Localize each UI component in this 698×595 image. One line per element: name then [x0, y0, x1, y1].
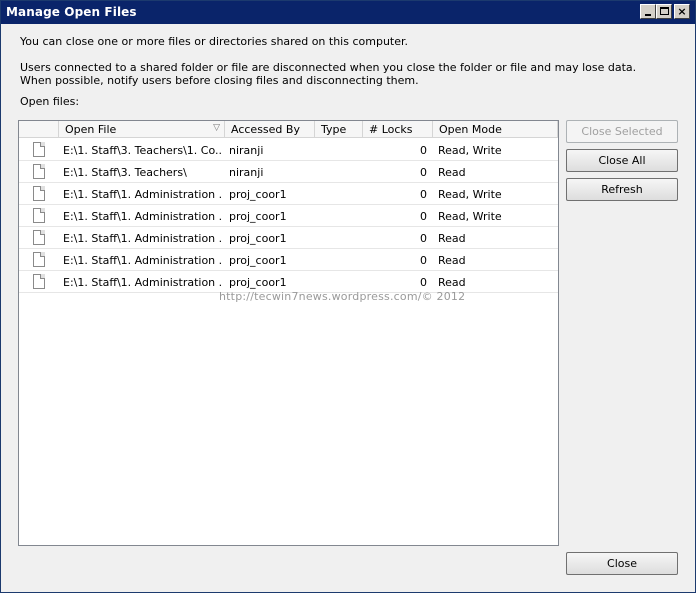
open-files-label: Open files:	[20, 95, 80, 108]
document-icon	[33, 252, 45, 267]
cell-open-file: E:\1. Staff\1. Administration ...	[63, 210, 223, 223]
table-row[interactable]: E:\1. Staff\1. Administration ... proj_c…	[19, 227, 558, 249]
document-icon	[33, 164, 45, 179]
cell-accessed-by: proj_coor1	[229, 232, 287, 245]
close-icon: ×	[677, 5, 687, 18]
cell-open-file: E:\1. Staff\1. Administration ...	[63, 232, 223, 245]
cell-open-mode: Read	[438, 166, 466, 179]
cell-accessed-by: niranji	[229, 166, 264, 179]
close-button[interactable]: Close	[566, 552, 678, 575]
cell-locks: 0	[420, 210, 427, 223]
column-header-accessed-by-label: Accessed By	[231, 123, 300, 136]
table-row[interactable]: E:\1. Staff\1. Administration ... proj_c…	[19, 183, 558, 205]
cell-open-mode: Read, Write	[438, 188, 502, 201]
close-selected-button[interactable]: Close Selected	[566, 120, 678, 143]
close-all-button[interactable]: Close All	[566, 149, 678, 172]
cell-accessed-by: proj_coor1	[229, 210, 287, 223]
cell-locks: 0	[420, 232, 427, 245]
sort-descending-icon: ▽	[213, 123, 220, 133]
column-header-icon[interactable]	[19, 121, 59, 138]
column-header-locks-label: # Locks	[369, 123, 413, 136]
cell-accessed-by: niranji	[229, 144, 264, 157]
cell-open-mode: Read	[438, 276, 466, 289]
list-header: Open File ▽ Accessed By Type # Locks Ope…	[19, 121, 558, 138]
column-header-open-mode[interactable]: Open Mode	[433, 121, 558, 138]
cell-open-file: E:\1. Staff\3. Teachers\1. Co...	[63, 144, 223, 157]
cell-open-file: E:\1. Staff\1. Administration ...	[63, 188, 223, 201]
column-header-accessed-by[interactable]: Accessed By	[225, 121, 315, 138]
close-window-button[interactable]: ×	[674, 4, 690, 19]
cell-open-mode: Read	[438, 254, 466, 267]
document-icon	[33, 274, 45, 289]
cell-locks: 0	[420, 188, 427, 201]
column-header-open-mode-label: Open Mode	[439, 123, 502, 136]
watermark-text: http://tecwin7news.wordpress.com/© 2012	[219, 290, 466, 303]
cell-locks: 0	[420, 254, 427, 267]
window-title: Manage Open Files	[6, 5, 137, 19]
document-icon	[33, 230, 45, 245]
cell-open-file: E:\1. Staff\1. Administration ...	[63, 254, 223, 267]
minimize-icon	[645, 14, 651, 16]
table-row[interactable]: E:\1. Staff\1. Administration ... proj_c…	[19, 249, 558, 271]
table-row[interactable]: E:\1. Staff\1. Administration ... proj_c…	[19, 205, 558, 227]
column-header-locks[interactable]: # Locks	[363, 121, 433, 138]
cell-locks: 0	[420, 166, 427, 179]
cell-open-file: E:\1. Staff\3. Teachers\	[63, 166, 187, 179]
cell-open-mode: Read, Write	[438, 144, 502, 157]
table-row[interactable]: E:\1. Staff\3. Teachers\ niranji 0 Read	[19, 161, 558, 183]
cell-accessed-by: proj_coor1	[229, 276, 287, 289]
title-bar[interactable]: Manage Open Files ×	[1, 1, 695, 24]
maximize-icon	[660, 7, 669, 15]
manage-open-files-window: Manage Open Files × You can close one or…	[0, 0, 696, 593]
open-files-list[interactable]: Open File ▽ Accessed By Type # Locks Ope…	[18, 120, 559, 546]
column-header-type-label: Type	[321, 123, 347, 136]
cell-open-file: E:\1. Staff\1. Administration ...	[63, 276, 223, 289]
column-header-type[interactable]: Type	[315, 121, 363, 138]
cell-accessed-by: proj_coor1	[229, 254, 287, 267]
cell-open-mode: Read	[438, 232, 466, 245]
cell-locks: 0	[420, 144, 427, 157]
minimize-button[interactable]	[640, 4, 656, 19]
document-icon	[33, 208, 45, 223]
maximize-button[interactable]	[656, 4, 672, 19]
intro-text: You can close one or more files or direc…	[20, 35, 409, 48]
cell-locks: 0	[420, 276, 427, 289]
column-header-open-file[interactable]: Open File ▽	[59, 121, 225, 138]
table-row[interactable]: E:\1. Staff\3. Teachers\1. Co... niranji…	[19, 139, 558, 161]
column-header-open-file-label: Open File	[65, 123, 117, 136]
cell-accessed-by: proj_coor1	[229, 188, 287, 201]
cell-open-mode: Read, Write	[438, 210, 502, 223]
refresh-button[interactable]: Refresh	[566, 178, 678, 201]
document-icon	[33, 142, 45, 157]
document-icon	[33, 186, 45, 201]
warning-text: Users connected to a shared folder or fi…	[20, 61, 637, 87]
